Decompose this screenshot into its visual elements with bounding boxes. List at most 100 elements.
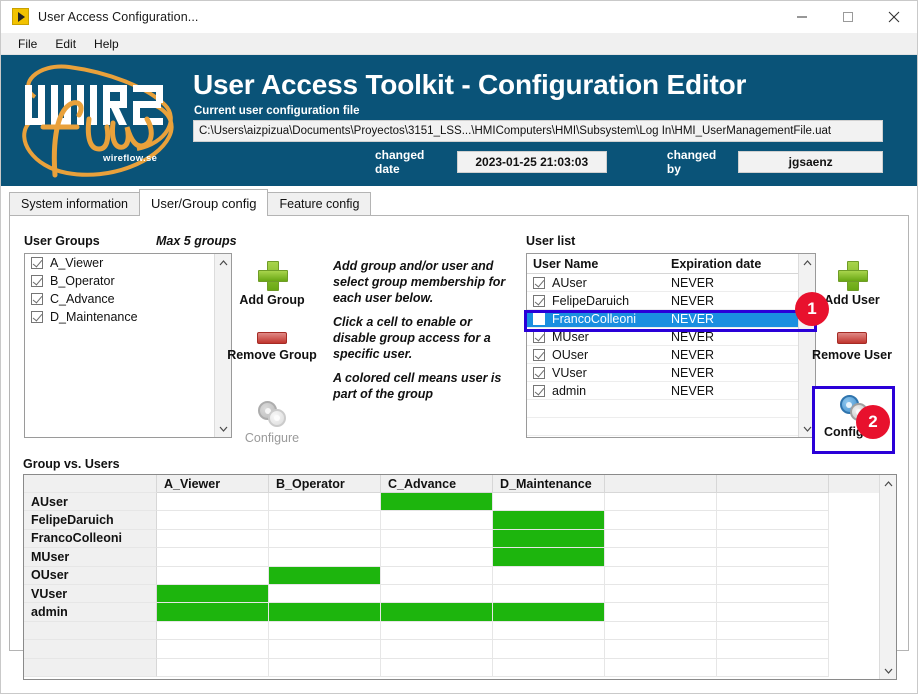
membership-cell[interactable] [605,493,717,512]
table-row[interactable]: MUser NEVER [527,328,798,346]
membership-cell[interactable] [269,640,381,659]
checkbox-icon[interactable] [31,293,43,305]
close-button[interactable] [871,1,917,33]
membership-cell[interactable] [381,658,493,677]
membership-cell[interactable] [605,621,717,641]
membership-cell[interactable] [157,548,269,567]
membership-cell[interactable] [269,548,381,567]
table-row-selected[interactable]: FrancoColleoni NEVER [527,310,798,328]
membership-cell[interactable] [381,640,493,659]
membership-cell[interactable] [157,640,269,659]
membership-cell[interactable] [493,584,605,604]
menu-item-help[interactable]: Help [85,35,128,53]
membership-cell-active[interactable] [493,548,605,567]
checkbox-icon[interactable] [533,348,545,361]
membership-cell[interactable] [605,584,717,604]
maximize-button[interactable] [825,1,871,33]
membership-cell[interactable] [605,658,717,677]
membership-cell[interactable] [605,548,717,567]
checkbox-icon[interactable] [533,366,545,379]
group-vs-users-table[interactable]: A_Viewer B_Operator C_Advance D_Maintena… [23,474,897,680]
user-groups-listbox[interactable]: A_Viewer B_Operator C_Advance D_Maintena… [24,253,232,438]
tab-system-information[interactable]: System information [9,192,140,215]
group-vs-users-scrollbar[interactable] [879,475,896,679]
membership-cell-active[interactable] [157,584,269,604]
membership-cell-active[interactable] [269,566,381,585]
membership-cell[interactable] [269,658,381,677]
membership-cell-active[interactable] [157,603,269,622]
checkbox-icon[interactable] [533,330,545,343]
membership-cell[interactable] [157,511,269,530]
membership-cell[interactable] [605,529,717,549]
column-header-empty-2[interactable] [717,475,829,493]
table-row-empty[interactable] [527,400,798,418]
checkbox-icon[interactable] [31,311,43,323]
membership-cell-active[interactable] [493,511,605,530]
membership-cell[interactable] [717,511,829,530]
column-header-a-viewer[interactable]: A_Viewer [157,475,269,493]
membership-cell[interactable] [157,566,269,585]
membership-cell[interactable] [157,621,269,641]
chevron-up-icon[interactable] [880,475,896,492]
column-header-empty-1[interactable] [605,475,717,493]
membership-cell[interactable] [381,584,493,604]
membership-cell[interactable] [381,548,493,567]
membership-cell[interactable] [269,621,381,641]
membership-cell[interactable] [381,511,493,530]
membership-cell[interactable] [717,566,829,585]
membership-cell[interactable] [605,511,717,530]
checkbox-icon[interactable] [533,384,545,397]
membership-cell[interactable] [605,640,717,659]
membership-cell[interactable] [157,658,269,677]
minimize-button[interactable] [779,1,825,33]
checkbox-icon[interactable] [31,257,43,269]
column-header-expiration-date[interactable]: Expiration date [667,257,798,271]
membership-cell[interactable] [381,529,493,549]
membership-cell[interactable] [493,566,605,585]
membership-cell[interactable] [605,566,717,585]
membership-cell[interactable] [493,640,605,659]
checkbox-icon[interactable] [31,275,43,287]
table-row[interactable]: FelipeDaruich NEVER [527,292,798,310]
checkbox-icon[interactable] [533,294,545,307]
checkbox-icon[interactable] [533,312,545,325]
membership-cell[interactable] [717,529,829,549]
table-row[interactable]: admin NEVER [527,382,798,400]
list-item[interactable]: D_Maintenance [25,308,214,326]
menu-item-edit[interactable]: Edit [46,35,85,53]
list-item[interactable]: A_Viewer [25,254,214,272]
membership-cell[interactable] [717,548,829,567]
table-row[interactable]: VUser NEVER [527,364,798,382]
membership-cell[interactable] [493,621,605,641]
column-header-b-operator[interactable]: B_Operator [269,475,381,493]
membership-cell[interactable] [381,621,493,641]
membership-cell[interactable] [269,511,381,530]
remove-group-button[interactable]: Remove Group [222,332,322,362]
column-header-user-name[interactable]: User Name [527,257,667,271]
membership-cell[interactable] [717,493,829,512]
membership-cell[interactable] [157,529,269,549]
table-row-empty[interactable] [527,436,798,437]
membership-cell[interactable] [717,603,829,622]
membership-cell[interactable] [269,493,381,512]
column-header-d-maintenance[interactable]: D_Maintenance [493,475,605,493]
membership-cell[interactable] [717,640,829,659]
membership-cell[interactable] [717,621,829,641]
membership-cell[interactable] [269,529,381,549]
membership-cell[interactable] [717,584,829,604]
membership-cell-active[interactable] [269,603,381,622]
remove-user-button[interactable]: Remove User [804,332,900,362]
membership-cell[interactable] [381,566,493,585]
membership-cell[interactable] [493,658,605,677]
membership-cell-active[interactable] [381,493,493,512]
membership-cell[interactable] [605,603,717,622]
table-row[interactable]: OUser NEVER [527,346,798,364]
membership-cell-active[interactable] [381,603,493,622]
membership-cell-active[interactable] [493,529,605,549]
table-row[interactable]: AUser NEVER [527,274,798,292]
list-item[interactable]: B_Operator [25,272,214,290]
membership-cell[interactable] [493,493,605,512]
checkbox-icon[interactable] [533,276,545,289]
table-row-empty[interactable] [527,418,798,436]
column-header-c-advance[interactable]: C_Advance [381,475,493,493]
